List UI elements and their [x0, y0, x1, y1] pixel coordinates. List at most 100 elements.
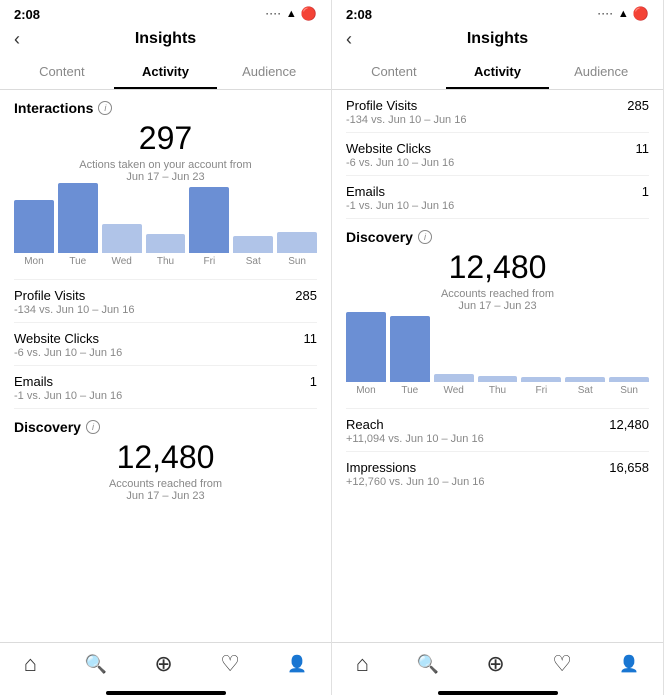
chart-bar-wrap: Sat [233, 236, 273, 268]
heart-nav-icon-right[interactable]: ♡ [552, 651, 572, 677]
chart-bar [58, 183, 98, 253]
back-button[interactable]: ‹ [14, 29, 20, 50]
interactions-chart: Mon Tue Wed Thu Fri Sat Sun [14, 191, 317, 271]
emails-label: Emails [14, 374, 122, 389]
bar-day-label: Wed [111, 256, 131, 267]
chart-bar-wrap: Wed [434, 374, 474, 396]
bar-day-label: Sat [246, 256, 261, 267]
tab-audience-right[interactable]: Audience [549, 56, 653, 89]
emails-sublabel: -1 vs. Jun 10 – Jun 16 [14, 390, 122, 402]
chart-bar [233, 236, 273, 254]
discovery-subtext-right: Accounts reached from Jun 17 – Jun 23 [346, 288, 649, 312]
info-icon: i [98, 101, 112, 115]
page-title-right: Insights [467, 30, 528, 48]
chart-bar [521, 377, 561, 382]
heart-nav-icon[interactable]: ♡ [220, 651, 240, 677]
discovery-subtext: Accounts reached from Jun 17 – Jun 23 [14, 478, 317, 502]
chart-bar-wrap: Sat [565, 377, 605, 396]
header-right: ‹ Insights [332, 24, 663, 56]
profile-visits-row: Profile Visits -134 vs. Jun 10 – Jun 16 … [0, 280, 331, 322]
tab-content[interactable]: Content [10, 56, 114, 89]
discovery-title-right: Discovery i [346, 229, 649, 245]
interactions-title: Interactions i [14, 100, 317, 116]
battery-icon-right: 🔴 [633, 6, 649, 22]
chart-bar-wrap: Sun [277, 232, 317, 267]
reach-row: Reach +11,094 vs. Jun 10 – Jun 16 12,480 [332, 409, 663, 451]
panel-left: 2:08 ···· ▲ 🔴 ‹ Insights Content Activit… [0, 0, 332, 695]
chart-bar-wrap: Mon [346, 312, 386, 396]
home-nav-icon[interactable]: ⌂ [24, 651, 37, 677]
header: ‹ Insights [0, 24, 331, 56]
chart-bar [565, 377, 605, 382]
emails-value-right: 1 [642, 184, 649, 199]
discovery-info-icon: i [86, 420, 100, 434]
website-clicks-label: Website Clicks [14, 331, 122, 346]
bar-day-label: Fri [204, 256, 216, 267]
back-button-right[interactable]: ‹ [346, 29, 352, 50]
bottom-nav: ⌂ 🔍 ⊕ ♡ 👤 [0, 642, 331, 687]
profile-visits-value: 285 [295, 288, 317, 303]
status-bar: 2:08 ···· ▲ 🔴 [0, 0, 331, 24]
reach-value: 12,480 [609, 417, 649, 432]
interactions-section: Interactions i 297 Actions taken on your… [0, 90, 331, 279]
time-right: 2:08 [346, 7, 372, 22]
bar-day-label: Thu [489, 385, 506, 396]
bar-day-label: Mon [24, 256, 43, 267]
bar-day-label: Sun [288, 256, 306, 267]
bar-day-label: Wed [443, 385, 463, 396]
tab-activity[interactable]: Activity [114, 56, 218, 89]
chart-bar [346, 312, 386, 382]
tab-content-right[interactable]: Content [342, 56, 446, 89]
signal-icon-right: ···· [598, 9, 614, 19]
chart-bar-wrap: Thu [478, 376, 518, 396]
search-nav-icon[interactable]: 🔍 [84, 654, 106, 675]
discovery-count: 12,480 [14, 439, 317, 476]
chart-bar [434, 374, 474, 382]
emails-row: Emails -1 vs. Jun 10 – Jun 16 1 [0, 366, 331, 408]
profile-nav-icon[interactable]: 👤 [287, 654, 307, 674]
status-icons: ···· ▲ 🔴 [266, 6, 317, 22]
emails-sublabel-right: -1 vs. Jun 10 – Jun 16 [346, 200, 454, 212]
reach-sublabel: +11,094 vs. Jun 10 – Jun 16 [346, 433, 484, 445]
chart-bar [478, 376, 518, 382]
emails-value: 1 [310, 374, 317, 389]
tab-activity-right[interactable]: Activity [446, 56, 550, 89]
add-nav-icon[interactable]: ⊕ [154, 651, 172, 677]
bar-day-label: Thu [157, 256, 174, 267]
interactions-count: 297 [14, 120, 317, 157]
emails-row-right: Emails -1 vs. Jun 10 – Jun 16 1 [332, 176, 663, 218]
impressions-row: Impressions +12,760 vs. Jun 10 – Jun 16 … [332, 452, 663, 494]
wifi-icon: ▲ [286, 8, 297, 20]
chart-bar [102, 224, 142, 253]
chart-bar-wrap: Sun [609, 377, 649, 396]
profile-visits-value-right: 285 [627, 98, 649, 113]
website-clicks-value-right: 11 [636, 141, 650, 156]
time: 2:08 [14, 7, 40, 22]
page-title: Insights [135, 30, 196, 48]
reach-label: Reach [346, 417, 484, 432]
main-content-right: Profile Visits -134 vs. Jun 10 – Jun 16 … [332, 90, 663, 642]
website-clicks-sublabel: -6 vs. Jun 10 – Jun 16 [14, 347, 122, 359]
bar-day-label: Tue [69, 256, 86, 267]
home-nav-icon-right[interactable]: ⌂ [356, 651, 369, 677]
bar-day-label: Sun [620, 385, 638, 396]
tab-bar: Content Activity Audience [0, 56, 331, 90]
chart-bar-wrap: Wed [102, 224, 142, 267]
status-icons-right: ···· ▲ 🔴 [598, 6, 649, 22]
chart-bar-wrap: Fri [189, 187, 229, 267]
search-nav-icon-right[interactable]: 🔍 [416, 654, 438, 675]
add-nav-icon-right[interactable]: ⊕ [486, 651, 504, 677]
bar-day-label: Tue [401, 385, 418, 396]
discovery-count-right: 12,480 [346, 249, 649, 286]
tab-audience[interactable]: Audience [217, 56, 321, 89]
discovery-section-right: Discovery i 12,480 Accounts reached from… [332, 219, 663, 408]
profile-nav-icon-right[interactable]: 👤 [619, 654, 639, 674]
website-clicks-sublabel-right: -6 vs. Jun 10 – Jun 16 [346, 157, 454, 169]
chart-bar-wrap: Fri [521, 377, 561, 396]
wifi-icon-right: ▲ [618, 8, 629, 20]
website-clicks-label-right: Website Clicks [346, 141, 454, 156]
profile-visits-label: Profile Visits [14, 288, 134, 303]
chart-bar [14, 200, 54, 253]
bar-day-label: Fri [536, 385, 548, 396]
chart-bar-wrap: Tue [58, 183, 98, 267]
